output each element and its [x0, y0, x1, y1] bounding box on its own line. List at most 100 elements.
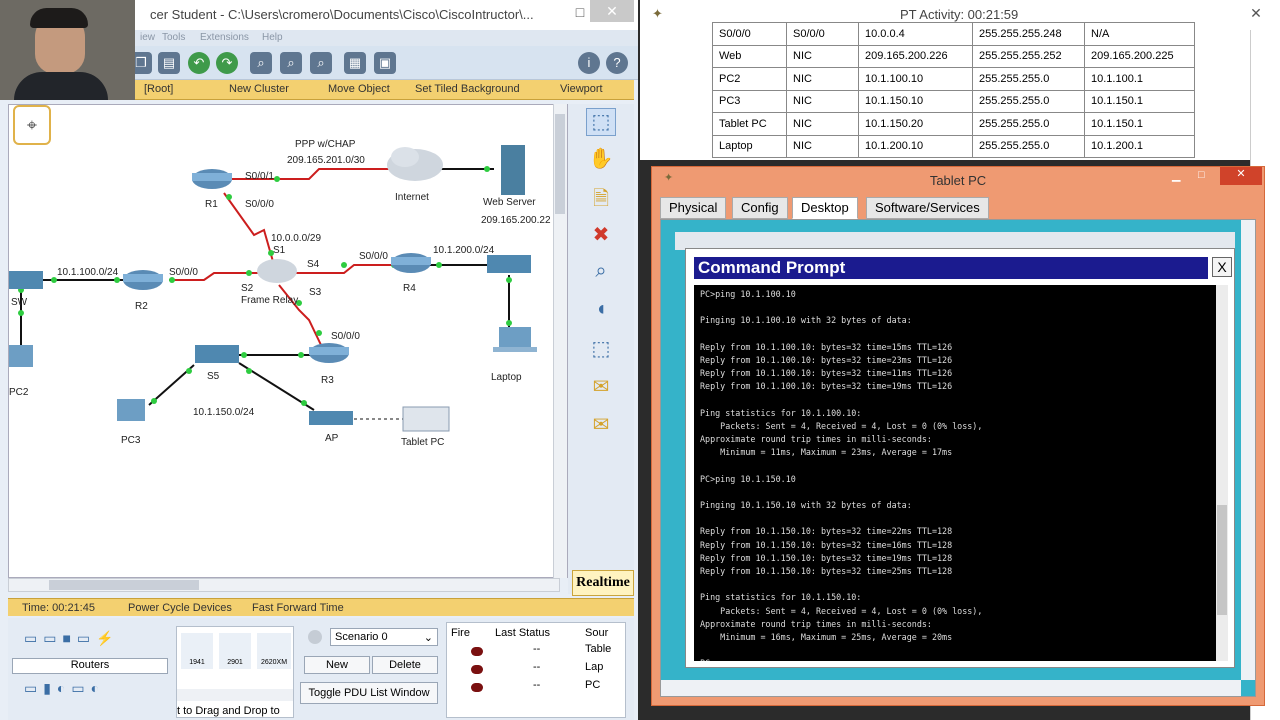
pdu-col-fire: Fire	[451, 627, 470, 639]
packet-tracer-window: cer Student - C:\Users\cromero\Documents…	[0, 0, 638, 720]
power-cycle-button[interactable]: Power Cycle Devices	[128, 602, 232, 614]
palette-icon[interactable]: ▦	[344, 52, 366, 74]
table-cell: 255.255.255.0	[972, 89, 1085, 113]
ppp-label: PPP w/CHAP	[295, 139, 356, 150]
undo-icon[interactable]: ↶	[188, 52, 210, 74]
zoom-reset-icon[interactable]: ⌕	[280, 52, 302, 74]
model-2901[interactable]: 2901	[219, 633, 251, 669]
terminal-line: Reply from 10.1.100.10: bytes=32 time=23…	[700, 354, 953, 365]
table-row: S0/0/0 S0/0/0 10.0.0.4 255.255.255.248 N/A	[712, 22, 1195, 46]
packet-tracer-icon: ✦	[664, 172, 674, 184]
logical-workspace[interactable]: ⌖ PPP w/CHAP 209.165.201.0/30 S0/0/1 R1 …	[8, 104, 568, 578]
pc2-label: PC2	[9, 387, 29, 398]
terminal-line: Reply from 10.1.150.10: bytes=32 time=25…	[700, 565, 953, 576]
close-icon[interactable]: ✕	[590, 0, 634, 22]
terminal-line: Packets: Sent = 4, Received = 4, Lost = …	[700, 605, 983, 616]
info-icon[interactable]: i	[578, 52, 600, 74]
close-icon[interactable]: ✕	[1236, 5, 1276, 22]
topology-diagram: PPP w/CHAP 209.165.201.0/30 S0/0/1 R1 S0…	[9, 139, 551, 448]
r4-s000-label: S0/0/0	[359, 251, 388, 262]
close-icon[interactable]: ✕	[1220, 167, 1262, 185]
note-icon[interactable]: 🗎	[586, 184, 616, 212]
table-row: PC3 NIC 10.1.150.10 255.255.255.0 10.1.150.1	[712, 89, 1195, 113]
menu-help[interactable]: Help	[262, 32, 283, 43]
paste-icon[interactable]: ▤	[158, 52, 180, 74]
table-cell: 10.1.200.1	[1084, 134, 1195, 158]
menu-extensions[interactable]: Extensions	[200, 32, 249, 43]
set-tiled-background-button[interactable]: Set Tiled Background	[415, 83, 520, 95]
realtime-mode-tab[interactable]: Realtime	[572, 570, 634, 596]
desktop-vscroll[interactable]	[1241, 220, 1255, 680]
device-categories[interactable]: ▭▭■▭⚡	[24, 630, 164, 652]
scenario-select[interactable]: Scenario 0 ⌄	[330, 628, 438, 646]
table-cell: 10.1.200.10	[858, 134, 973, 158]
terminal-output[interactable]: PC>ping 10.1.100.10 Pinging 10.1.100.10 w…	[694, 285, 1216, 661]
delete-icon[interactable]: ✖	[586, 222, 616, 250]
workspace-hscroll[interactable]	[8, 578, 560, 592]
menu-tools[interactable]: Tools	[162, 32, 185, 43]
new-scenario-button[interactable]: New	[304, 656, 370, 674]
device-subcategories[interactable]: ▭▮◐▭◐	[24, 680, 164, 702]
table-cell: Laptop	[712, 134, 787, 158]
delete-scenario-button[interactable]: Delete	[372, 656, 438, 674]
tab-config[interactable]: Config	[732, 197, 788, 219]
desktop-hscroll[interactable]	[661, 680, 1241, 696]
move-object-button[interactable]: Move Object	[328, 83, 390, 95]
toggle-pdu-list-button[interactable]: Toggle PDU List Window	[300, 682, 438, 704]
terminal-line: Approximate round trip times in milli-se…	[700, 618, 932, 629]
resize-icon[interactable]: ⬚	[586, 336, 616, 364]
router-r4-icon	[391, 253, 431, 273]
s2-label: S2	[241, 283, 254, 294]
minimize-icon[interactable]: ▁	[1172, 169, 1180, 182]
table-cell: 10.1.150.1	[1084, 89, 1195, 113]
draw-shape-icon[interactable]: ◖	[586, 298, 616, 326]
tab-software-services[interactable]: Software/Services	[866, 197, 989, 219]
cmd-close-button[interactable]: X	[1212, 257, 1232, 277]
terminal-scrollbar[interactable]	[1216, 285, 1228, 661]
table-cell: 255.255.255.248	[972, 22, 1085, 46]
tablet-label: Tablet PC	[401, 437, 444, 448]
redo-icon[interactable]: ↷	[216, 52, 238, 74]
model-1941[interactable]: 1941	[181, 633, 213, 669]
category-label: Routers	[12, 658, 168, 674]
inspect-icon[interactable]: ⌕	[586, 260, 616, 288]
tab-desktop[interactable]: Desktop	[792, 197, 858, 219]
terminal-line: Pinging 10.1.150.10 with 32 bytes of dat…	[700, 500, 912, 510]
help-icon[interactable]: ?	[606, 52, 628, 74]
terminal-line: Reply from 10.1.100.10: bytes=32 time=19…	[700, 381, 953, 392]
custom-device-icon[interactable]: ▣	[374, 52, 396, 74]
hand-move-icon[interactable]: ✋	[586, 146, 616, 174]
terminal-line: Approximate round trip times in milli-se…	[700, 434, 932, 445]
maximize-icon[interactable]: □	[1198, 169, 1205, 181]
terminal-line: Reply from 10.1.100.10: bytes=32 time=11…	[700, 368, 953, 379]
select-icon[interactable]: ⬚	[586, 108, 616, 136]
tablet-pc-window: Tablet PC ✦ ▁ □ ✕ Physical Config Deskto…	[651, 166, 1265, 706]
pdu-source: Table	[585, 643, 612, 655]
complex-pdu-icon[interactable]: ✉	[586, 412, 616, 440]
fast-forward-button[interactable]: Fast Forward Time	[252, 602, 344, 614]
zoom-in-icon[interactable]: ⌕	[250, 52, 272, 74]
simple-pdu-icon[interactable]: ✉	[586, 374, 616, 402]
model-2620xm[interactable]: 2620XM	[257, 633, 291, 669]
tab-physical[interactable]: Physical	[660, 197, 727, 219]
new-cluster-button[interactable]: New Cluster	[229, 83, 289, 95]
terminal-line: PC>ping 10.1.100.10	[700, 289, 796, 299]
webcam-overlay	[0, 0, 135, 100]
menu-view[interactable]: iew	[140, 32, 155, 43]
zoom-out-icon[interactable]: ⌕	[310, 52, 332, 74]
workspace-vscroll[interactable]	[553, 104, 567, 578]
model-scroll[interactable]	[177, 689, 293, 701]
table-cell: 209.165.200.225	[1084, 44, 1195, 68]
cmd-title: Command Prompt	[694, 257, 1208, 279]
pdu-status: --	[533, 679, 541, 691]
terminal-line: Ping statistics for 10.1.150.10:	[700, 592, 862, 603]
root-button[interactable]: [Root]	[144, 83, 173, 95]
presenter-hair	[30, 8, 88, 28]
table-row: Web NIC 209.165.200.226 255.255.255.252 209.…	[712, 44, 1195, 68]
time-label: Time: 00:21:45	[22, 602, 95, 614]
viewport-button[interactable]: Viewport	[560, 83, 603, 95]
